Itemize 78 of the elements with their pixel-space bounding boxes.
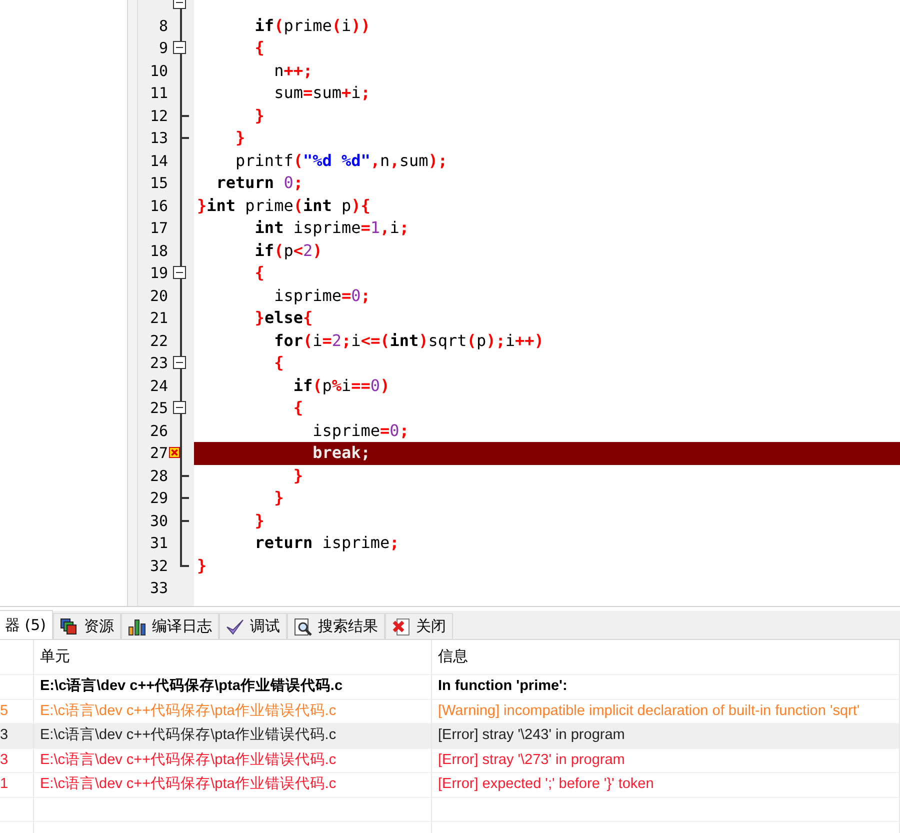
fold-toggle-icon[interactable]	[173, 356, 186, 369]
line-number: 16	[150, 196, 168, 214]
bar-chart-icon	[128, 618, 146, 636]
line-number: 21	[150, 309, 168, 327]
code-line: {	[292, 397, 304, 419]
panel-tab[interactable]: 调试	[219, 613, 288, 639]
code-line: }	[292, 464, 304, 486]
code-line: return isprime;	[254, 532, 400, 554]
panel-tab[interactable]: 器 (5)	[0, 610, 54, 639]
code-line: {	[254, 262, 266, 284]
column-header[interactable]: 信息	[432, 640, 900, 675]
code-line: {	[254, 37, 266, 59]
code-line: printf("%d %d",n,sum);	[234, 150, 448, 172]
layers-icon	[60, 618, 78, 636]
line-number: 19	[150, 264, 168, 282]
line-number: 14	[150, 152, 168, 170]
line-number: 32	[150, 556, 168, 574]
line-number: 22	[150, 332, 168, 350]
table-cell: [Error] stray '\243' in program	[432, 724, 900, 748]
panel-tab[interactable]: 搜索结果	[287, 613, 386, 639]
table-cell: 1	[0, 773, 34, 798]
line-number: 8	[158, 16, 168, 34]
checkmark-icon	[226, 618, 244, 636]
line-number: 31	[150, 534, 168, 552]
code-line: }	[234, 127, 246, 149]
table-cell: In function 'prime':	[432, 675, 900, 700]
line-number: 24	[150, 376, 168, 394]
table-cell: E:\c语言\dev c++代码保存\pta作业错误代码.c	[34, 748, 432, 773]
table-cell: 3	[0, 748, 34, 773]
line-number: 27	[150, 444, 168, 462]
code-line: if(p<2)	[254, 240, 324, 262]
line-number: 25	[150, 399, 168, 417]
line-number: 28	[150, 466, 168, 484]
code-line: n++;	[273, 60, 314, 82]
column-header[interactable]: 单元	[34, 640, 432, 675]
line-number: 17	[150, 219, 168, 237]
code-line: }	[196, 554, 208, 576]
panel-tab[interactable]: 编译日志	[121, 613, 220, 639]
table-cell: 3	[0, 724, 34, 748]
line-number: 23	[150, 354, 168, 372]
line-number: 15	[150, 174, 168, 192]
fold-toggle-icon[interactable]	[173, 41, 186, 54]
line-number: 13	[150, 129, 168, 147]
line-number: 12	[150, 106, 168, 124]
line-number: 29	[150, 489, 168, 507]
table-cell: E:\c语言\dev c++代码保存\pta作业错误代码.c	[34, 773, 432, 798]
code-line: if(prime(i))	[254, 14, 372, 36]
search-icon	[294, 618, 312, 636]
code-line: isprime=0;	[273, 284, 372, 306]
code-line: }	[273, 487, 285, 509]
code-line: for(i=2;i<=(int)sqrt(p);i++)	[273, 330, 545, 352]
line-number: 20	[150, 286, 168, 304]
line-number: 18	[150, 242, 168, 260]
code-line: isprime=0;	[312, 420, 410, 442]
line-number: 26	[150, 422, 168, 440]
close-icon	[392, 618, 410, 636]
code-line: }	[254, 510, 266, 532]
line-number: 9	[158, 39, 168, 57]
table-cell: [Error] expected ';' before '}' token	[432, 773, 900, 798]
line-number: 30	[150, 512, 168, 530]
line-number: 33	[150, 579, 168, 597]
table-cell: [Error] stray '\273' in program	[432, 748, 900, 773]
code-line: sum=sum+i;	[273, 82, 372, 104]
code-line: }int prime(int p){	[196, 194, 372, 216]
code-line: return 0;	[215, 172, 304, 194]
table-cell: E:\c语言\dev c++代码保存\pta作业错误代码.c	[34, 724, 432, 748]
code-line: int isprime=1,i;	[254, 217, 410, 239]
code-line: }else{	[254, 307, 314, 329]
panel-tab[interactable]: 关闭	[385, 613, 454, 639]
code-line: }	[254, 104, 266, 126]
fold-toggle-icon[interactable]	[173, 401, 186, 414]
code-line: if(p%i==0)	[292, 374, 391, 396]
line-number: 10	[150, 62, 168, 80]
fold-toggle-icon[interactable]	[173, 266, 186, 279]
line-number: 11	[150, 84, 168, 102]
panel-tab[interactable]: 资源	[53, 613, 122, 639]
code-line: {	[273, 352, 285, 374]
table-cell: E:\c语言\dev c++代码保存\pta作业错误代码.c	[34, 675, 432, 700]
